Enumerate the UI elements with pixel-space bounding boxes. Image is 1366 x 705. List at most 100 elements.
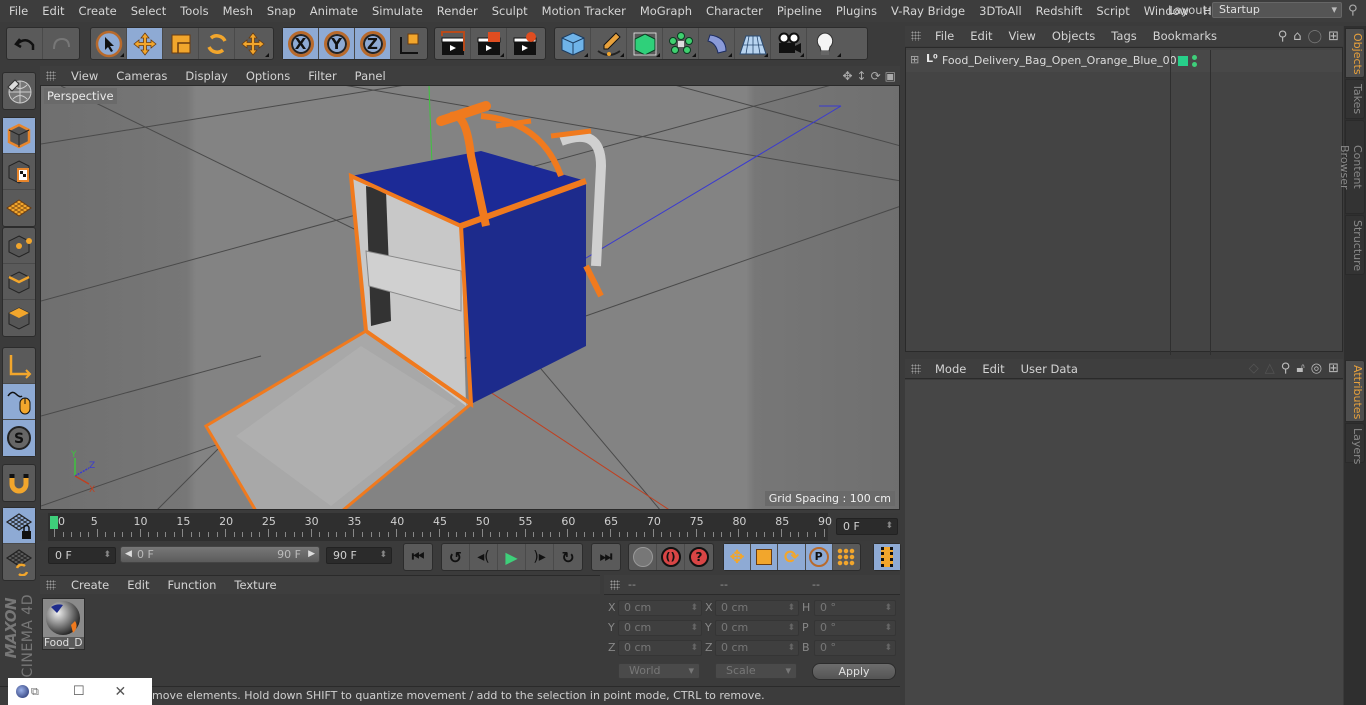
material-item[interactable]: Food_D <box>42 598 85 650</box>
viewport-menu-panel[interactable]: Panel <box>346 69 395 83</box>
panel-grip[interactable] <box>610 579 620 590</box>
menu-mesh[interactable]: Mesh <box>216 4 260 18</box>
up-arrow-icon[interactable]: △ <box>1265 361 1275 376</box>
menu-select[interactable]: Select <box>124 4 173 18</box>
panel-grip[interactable] <box>911 31 921 41</box>
rotation-p-field[interactable]: 0 ° <box>814 620 896 636</box>
position-x-field[interactable]: 0 cm <box>618 600 702 616</box>
go-to-start-button[interactable]: ⏮ <box>404 544 432 570</box>
coordinate-system-button[interactable] <box>391 28 427 59</box>
camera-label[interactable]: Perspective <box>44 88 117 104</box>
current-frame-field[interactable]: 0 F <box>836 518 898 535</box>
menu-script[interactable]: Script <box>1089 4 1136 18</box>
axis-mode-button[interactable] <box>3 348 35 384</box>
layer-color-tag[interactable] <box>1178 56 1188 66</box>
menu-mograph[interactable]: MoGraph <box>633 4 699 18</box>
tab-structure[interactable]: Structure <box>1345 215 1365 275</box>
objects-menu-view[interactable]: View <box>1001 29 1044 43</box>
material-menu-function[interactable]: Function <box>159 578 226 592</box>
edges-mode-button[interactable] <box>3 264 35 300</box>
auto-keying-button[interactable]: () <box>657 544 685 570</box>
open-timeline-button[interactable] <box>874 544 900 570</box>
snap-button[interactable] <box>3 465 35 501</box>
menu-create[interactable]: Create <box>72 4 124 18</box>
menu-redshift[interactable]: Redshift <box>1029 4 1090 18</box>
new-panel-icon[interactable]: ⊞ <box>1328 29 1339 44</box>
x-axis-lock-button[interactable]: X <box>283 28 319 59</box>
keyframe-selection-button[interactable]: ? <box>685 544 713 570</box>
minimized-window-bar[interactable]: ⧉ ☐ ✕ <box>8 678 152 705</box>
expand-icon[interactable]: ⊞ <box>910 53 919 66</box>
apply-button[interactable]: Apply <box>812 663 896 680</box>
restore-icon[interactable]: ⧉ <box>31 685 39 699</box>
light-button[interactable] <box>807 28 843 59</box>
search-icon[interactable]: ⚲ <box>1348 3 1358 18</box>
deformer-button[interactable] <box>699 28 735 59</box>
camera-button[interactable] <box>771 28 807 59</box>
workplane-sync-button[interactable] <box>3 544 35 580</box>
play-button[interactable]: ▶ <box>498 544 526 570</box>
range-left-arrow-icon[interactable]: ◀ <box>125 547 132 562</box>
menu-vray-bridge[interactable]: V-Ray Bridge <box>884 4 972 18</box>
size-z-field[interactable]: 0 cm <box>715 640 799 656</box>
objects-menu-bookmarks[interactable]: Bookmarks <box>1145 29 1225 43</box>
objects-menu-objects[interactable]: Objects <box>1044 29 1103 43</box>
playhead[interactable] <box>50 516 58 529</box>
panel-grip[interactable] <box>46 580 56 590</box>
render-visibility-dot[interactable] <box>1192 62 1197 67</box>
position-z-field[interactable]: 0 cm <box>618 640 702 656</box>
render-view-button[interactable] <box>435 28 471 59</box>
redo-button[interactable] <box>43 28 79 59</box>
timeline-ruler[interactable]: 0 5 10 15 20 25 30 35 40 45 50 55 60 65 70 75 80 85 90 0 F <box>40 513 900 541</box>
rotation-h-field[interactable]: 0 ° <box>814 600 896 616</box>
objects-menu-tags[interactable]: Tags <box>1103 29 1144 43</box>
tab-takes[interactable]: Takes <box>1345 79 1365 119</box>
menu-file[interactable]: File <box>2 4 35 18</box>
end-frame-field[interactable]: 90 F <box>326 547 392 564</box>
start-frame-field[interactable]: 0 F <box>48 547 116 564</box>
eye-icon[interactable]: ◯ <box>1308 29 1323 44</box>
texture-mode-button[interactable] <box>3 154 35 190</box>
previous-frame-button[interactable]: ◂( <box>470 544 498 570</box>
scale-button[interactable] <box>163 28 199 59</box>
attributes-menu-user-data[interactable]: User Data <box>1013 362 1086 376</box>
go-to-end-button[interactable]: ⏭ <box>592 544 620 570</box>
size-y-field[interactable]: 0 cm <box>715 620 799 636</box>
key-scale-button[interactable] <box>751 544 779 570</box>
points-mode-button[interactable] <box>3 228 35 264</box>
move-button[interactable] <box>127 28 163 59</box>
range-right-arrow-icon[interactable]: ▶ <box>308 547 315 562</box>
back-arrow-icon[interactable]: ◇ <box>1249 361 1259 376</box>
menu-tools[interactable]: Tools <box>173 4 215 18</box>
rotate-button[interactable] <box>199 28 235 59</box>
y-axis-lock-button[interactable]: Y <box>319 28 355 59</box>
live-selection-button[interactable] <box>91 28 127 59</box>
menu-animate[interactable]: Animate <box>303 4 365 18</box>
position-y-field[interactable]: 0 cm <box>618 620 702 636</box>
maximize-icon[interactable]: ☐ <box>73 684 85 699</box>
polygons-mode-button[interactable] <box>3 300 35 336</box>
tab-objects[interactable]: Objects <box>1345 28 1365 78</box>
size-mode-dropdown[interactable]: Scale <box>715 663 797 679</box>
3d-viewport[interactable]: Perspective Y Z X Grid Spacing : 100 cm <box>40 85 900 510</box>
target-icon[interactable]: ◎ <box>1311 361 1322 376</box>
object-name[interactable]: Food_Delivery_Bag_Open_Orange_Blue_001 <box>942 54 1184 67</box>
tweak-mode-button[interactable] <box>3 384 35 420</box>
menu-motion-tracker[interactable]: Motion Tracker <box>535 4 633 18</box>
undo-button[interactable] <box>7 28 43 59</box>
recent-tools-button[interactable] <box>235 28 271 59</box>
solo-mode-button[interactable]: S <box>3 420 35 456</box>
key-rotation-button[interactable]: ⟳ <box>778 544 806 570</box>
floor-button[interactable] <box>735 28 771 59</box>
layout-dropdown[interactable]: Startup <box>1212 2 1342 18</box>
cloner-button[interactable] <box>663 28 699 59</box>
menu-pipeline[interactable]: Pipeline <box>770 4 829 18</box>
size-x-field[interactable]: 0 cm <box>715 600 799 616</box>
material-menu-create[interactable]: Create <box>62 578 118 592</box>
coordinate-mode-dropdown[interactable]: World <box>618 663 700 679</box>
close-icon[interactable]: ✕ <box>115 684 127 700</box>
menu-3dtoall[interactable]: 3DToAll <box>972 4 1029 18</box>
subdivision-surface-button[interactable] <box>627 28 663 59</box>
panel-grip[interactable] <box>911 363 921 374</box>
search-icon[interactable]: ⚲ <box>1281 361 1291 376</box>
